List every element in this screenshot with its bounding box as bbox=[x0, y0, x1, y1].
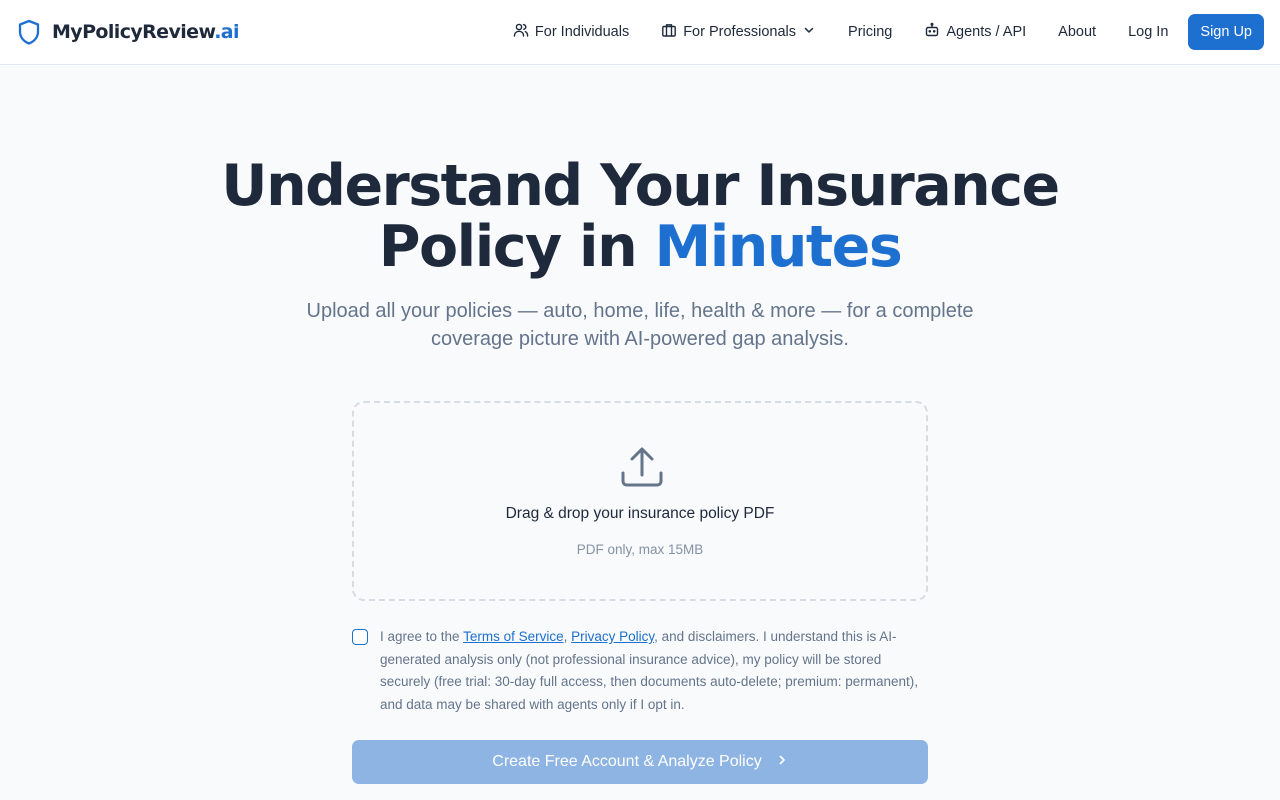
hero-title-accent: Minutes bbox=[654, 214, 903, 280]
nav-about[interactable]: About bbox=[1042, 14, 1112, 50]
nav-for-individuals[interactable]: For Individuals bbox=[497, 14, 645, 50]
brand-name: MyPolicyReview.ai bbox=[52, 21, 240, 43]
dropzone-hint: PDF only, max 15MB bbox=[576, 542, 704, 557]
brand-logo[interactable]: MyPolicyReview.ai bbox=[18, 18, 240, 46]
nav-agents-api[interactable]: Agents / API bbox=[908, 14, 1042, 50]
hero-subtitle: Upload all your policies — auto, home, l… bbox=[306, 300, 974, 350]
privacy-policy-link[interactable]: Privacy Policy bbox=[571, 629, 654, 644]
hero-title-line1: Understand Your Insurance bbox=[221, 153, 1060, 219]
users-icon bbox=[513, 22, 529, 42]
consent-checkbox[interactable] bbox=[352, 629, 368, 645]
nav-label: Log In bbox=[1128, 24, 1169, 40]
terms-of-service-link[interactable]: Terms of Service bbox=[463, 629, 564, 644]
file-dropzone[interactable]: Drag & drop your insurance policy PDF PD… bbox=[352, 401, 928, 601]
briefcase-icon bbox=[661, 22, 677, 42]
signup-button[interactable]: Sign Up bbox=[1188, 14, 1264, 50]
nav-for-professionals[interactable]: For Professionals bbox=[645, 14, 832, 50]
shield-icon bbox=[18, 18, 42, 46]
nav-label: Agents / API bbox=[946, 24, 1027, 40]
nav-links: For Individuals For Professionals Pricin… bbox=[497, 14, 1264, 50]
create-account-analyze-button[interactable]: Create Free Account & Analyze Policy bbox=[352, 740, 928, 784]
nav-pricing[interactable]: Pricing bbox=[832, 14, 908, 50]
consent-separator: , bbox=[563, 629, 572, 644]
nav-label: Pricing bbox=[848, 24, 893, 40]
dropzone-title: Drag & drop your insurance policy PDF bbox=[505, 505, 775, 522]
hero-title: Understand Your Insurance Policy in Minu… bbox=[0, 156, 1280, 278]
consent-text: I agree to the Terms of Service, Privacy… bbox=[380, 626, 920, 716]
brand-name-suffix: .ai bbox=[214, 21, 239, 43]
chevron-right-icon bbox=[776, 753, 788, 771]
brand-name-main: MyPolicyReview bbox=[52, 21, 215, 43]
nav-label: About bbox=[1058, 24, 1097, 40]
login-link[interactable]: Log In bbox=[1112, 14, 1184, 50]
hero-title-line2: Policy in bbox=[378, 214, 655, 280]
top-navbar: MyPolicyReview.ai For Individuals For Pr… bbox=[0, 0, 1280, 65]
chevron-down-icon bbox=[802, 23, 816, 41]
cta-label: Create Free Account & Analyze Policy bbox=[492, 753, 762, 770]
bot-icon bbox=[924, 22, 940, 42]
upload-icon bbox=[620, 445, 664, 489]
nav-label: For Individuals bbox=[534, 24, 630, 40]
nav-label: For Professionals bbox=[683, 24, 797, 40]
consent-prefix: I agree to the bbox=[380, 629, 464, 644]
